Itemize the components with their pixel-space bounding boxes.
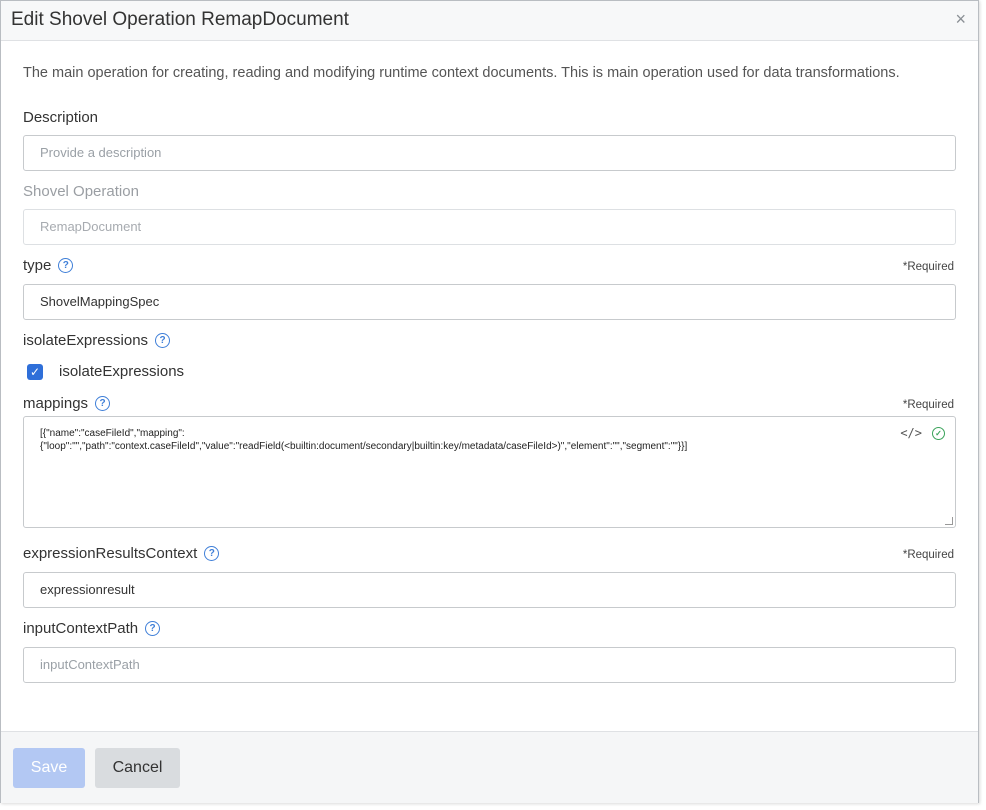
- code-icon[interactable]: </>: [900, 427, 922, 440]
- mappings-label-text: mappings: [23, 395, 89, 412]
- save-button[interactable]: Save: [13, 748, 85, 788]
- isolate-expressions-label-text: isolateExpressions: [23, 332, 149, 349]
- help-icon[interactable]: ?: [58, 258, 74, 273]
- help-icon[interactable]: ?: [145, 621, 161, 636]
- input-context-path-label-text: inputContextPath: [23, 620, 139, 637]
- isolate-expressions-checkbox[interactable]: ✓: [27, 363, 43, 380]
- isolate-expressions-label: isolateExpressions ?: [23, 332, 171, 349]
- description-label-text: Description: [23, 109, 99, 126]
- dialog-footer: Save Cancel: [1, 731, 978, 803]
- shovel-operation-label-text: Shovel Operation: [23, 183, 139, 200]
- description-input[interactable]: Provide a description: [23, 135, 956, 171]
- input-context-path-input[interactable]: inputContextPath: [23, 647, 956, 683]
- valid-check-icon: ✓: [932, 427, 945, 440]
- input-context-path-label: inputContextPath ?: [23, 620, 161, 637]
- expression-results-context-input[interactable]: expressionresult: [23, 572, 956, 608]
- type-required: *Required: [902, 261, 954, 273]
- mappings-value: [{"name":"caseFileId","mapping": {"loop"…: [40, 428, 688, 452]
- expression-results-context-required: *Required: [902, 549, 954, 561]
- cancel-button[interactable]: Cancel: [95, 748, 180, 788]
- mappings-label: mappings ?: [23, 395, 111, 412]
- help-icon[interactable]: ?: [95, 396, 111, 411]
- isolate-expressions-checkbox-label[interactable]: isolateExpressions: [59, 363, 184, 380]
- shovel-operation-label: Shovel Operation: [23, 183, 139, 200]
- mappings-textarea[interactable]: [{"name":"caseFileId","mapping": {"loop"…: [23, 416, 956, 528]
- mappings-icons: </> ✓: [900, 427, 945, 440]
- dialog-intro: The main operation for creating, reading…: [23, 65, 900, 81]
- isolate-expressions-row: ✓ isolateExpressions: [27, 363, 184, 380]
- mappings-required: *Required: [902, 399, 954, 411]
- help-icon[interactable]: ?: [204, 546, 220, 561]
- type-label: type ?: [23, 257, 74, 274]
- close-icon[interactable]: ×: [955, 9, 966, 29]
- type-input[interactable]: ShovelMappingSpec: [23, 284, 956, 320]
- resize-handle[interactable]: [945, 517, 953, 525]
- dialog-title: Edit Shovel Operation RemapDocument: [11, 9, 349, 30]
- help-icon[interactable]: ?: [155, 333, 171, 348]
- shovel-operation-input: RemapDocument: [23, 209, 956, 245]
- expression-results-context-label: expressionResultsContext ?: [23, 545, 220, 562]
- edit-operation-dialog: Edit Shovel Operation RemapDocument × Th…: [0, 0, 979, 803]
- type-label-text: type: [23, 257, 52, 274]
- dialog-header: Edit Shovel Operation RemapDocument ×: [1, 1, 978, 41]
- description-label: Description: [23, 109, 98, 126]
- expression-results-context-label-text: expressionResultsContext: [23, 545, 198, 562]
